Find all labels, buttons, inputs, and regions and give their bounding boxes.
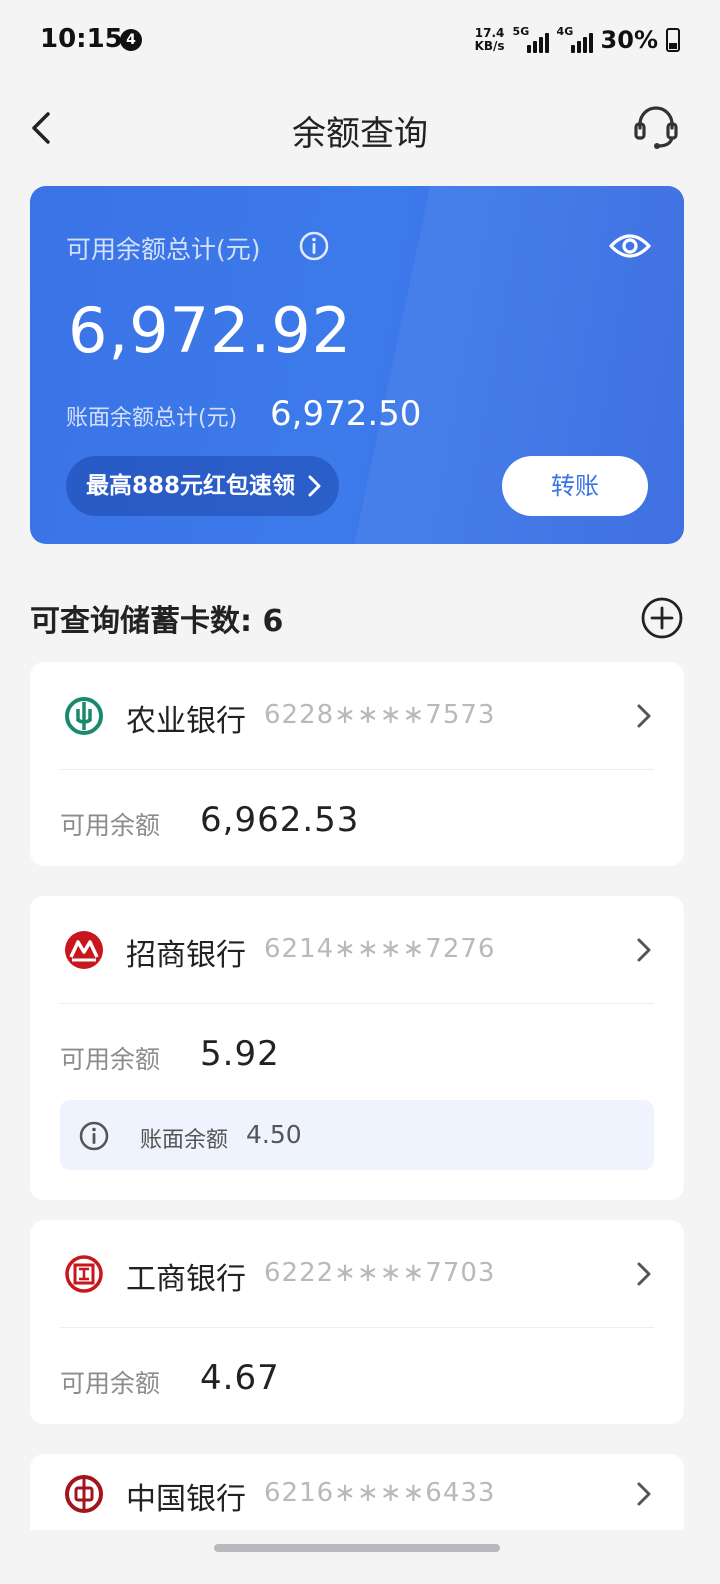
chevron-right-icon — [637, 1482, 651, 1506]
notification-badge: 4 — [120, 29, 142, 51]
book-total-label: 账面余额总计(元) — [66, 406, 238, 431]
battery-percent: 30% — [600, 26, 658, 54]
bank-name: 招商银行 — [126, 938, 246, 973]
bank-card-header[interactable]: 农业银行 6228∗∗∗∗7573 — [60, 662, 654, 770]
nav-bar: 余额查询 — [0, 90, 720, 166]
battery-icon — [666, 28, 680, 52]
chevron-right-icon — [637, 704, 651, 728]
headset-icon[interactable] — [630, 100, 682, 152]
bank-name: 中国银行 — [126, 1482, 246, 1517]
transfer-button[interactable]: 转账 — [502, 456, 648, 516]
available-total-amount: 6,972.92 — [68, 294, 353, 367]
available-balance-value: 6,962.53 — [200, 800, 360, 840]
bank-card-header[interactable]: 工商银行 6222∗∗∗∗7703 — [60, 1220, 654, 1328]
signal-4g-tag: 4G — [556, 25, 574, 38]
book-balance-note: 账面余额 4.50 — [60, 1100, 654, 1170]
chevron-right-icon — [637, 938, 651, 962]
card-count-title: 可查询储蓄卡数: 6 — [30, 604, 284, 639]
abc-bank-logo — [65, 697, 103, 735]
available-balance-label: 可用余额 — [60, 1369, 161, 1398]
info-icon[interactable] — [298, 230, 330, 262]
signal-4g-icon: 4G — [556, 25, 593, 53]
book-balance-label: 账面余额 — [140, 1128, 229, 1153]
card-number: 6222∗∗∗∗7703 — [264, 1258, 496, 1288]
signal-5g-tag: 5G — [512, 25, 530, 38]
book-total-amount: 6,972.50 — [270, 394, 422, 434]
cmb-bank-logo — [65, 931, 103, 969]
add-card-icon[interactable] — [640, 596, 684, 640]
available-total-label: 可用余额总计(元) — [66, 235, 261, 264]
status-bar: 10:15 4 17.4 KB/s 5G 4G 30% — [0, 0, 720, 80]
bank-card-cmb[interactable]: 招商银行 6214∗∗∗∗7276 可用余额 5.92 账面余额 4.50 — [30, 896, 684, 1200]
network-speed: 17.4 KB/s — [475, 27, 505, 53]
info-icon — [79, 1121, 109, 1151]
balance-row: 可用余额 6,962.53 — [60, 770, 654, 866]
bank-name: 农业银行 — [126, 704, 246, 739]
card-number: 6228∗∗∗∗7573 — [264, 700, 496, 730]
bank-card-icbc[interactable]: 工商银行 6222∗∗∗∗7703 可用余额 4.67 — [30, 1220, 684, 1424]
promo-label: 最高888元红包速领 — [86, 473, 296, 499]
boc-bank-logo — [65, 1475, 103, 1513]
signal-5g-icon: 5G — [512, 25, 549, 53]
bank-name: 工商银行 — [126, 1262, 246, 1297]
eye-icon[interactable] — [608, 228, 652, 264]
card-number: 6216∗∗∗∗6433 — [264, 1478, 496, 1508]
balance-summary-card: 可用余额总计(元) 6,972.92 账面余额总计(元) 6,972.50 最高… — [30, 186, 684, 544]
page-title: 余额查询 — [292, 114, 428, 154]
book-balance-value: 4.50 — [246, 1120, 302, 1149]
bank-card-header[interactable]: 中国银行 6216∗∗∗∗6433 — [60, 1454, 654, 1530]
network-speed-unit: KB/s — [474, 39, 505, 53]
bank-card-abc[interactable]: 农业银行 6228∗∗∗∗7573 可用余额 6,962.53 — [30, 662, 684, 866]
available-balance-value: 4.67 — [200, 1358, 280, 1398]
home-indicator[interactable] — [214, 1544, 500, 1552]
card-number: 6214∗∗∗∗7276 — [264, 934, 496, 964]
bank-card-boc[interactable]: 中国银行 6216∗∗∗∗6433 — [30, 1454, 684, 1530]
bank-card-header[interactable]: 招商银行 6214∗∗∗∗7276 — [60, 896, 654, 1004]
balance-row: 可用余额 4.67 — [60, 1328, 654, 1424]
status-indicators: 17.4 KB/s 5G 4G 30% — [475, 22, 680, 58]
available-balance-label: 可用余额 — [60, 1045, 161, 1074]
red-packet-promo-button[interactable]: 最高888元红包速领 — [66, 456, 340, 516]
chevron-right-icon — [308, 475, 321, 497]
chevron-right-icon — [637, 1262, 651, 1286]
icbc-bank-logo — [65, 1255, 103, 1293]
available-balance-label: 可用余额 — [60, 811, 161, 840]
available-balance-value: 5.92 — [200, 1034, 280, 1074]
status-time: 10:15 — [40, 24, 123, 54]
balance-row: 可用余额 5.92 — [60, 1004, 654, 1100]
